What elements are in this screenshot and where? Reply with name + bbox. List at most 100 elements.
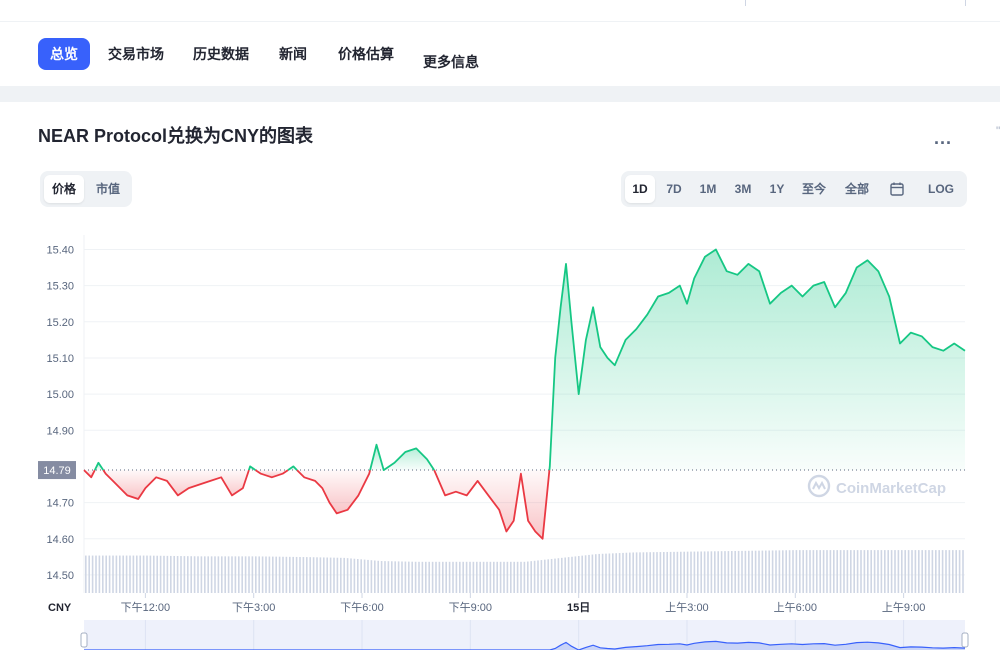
- volume-bar: [680, 551, 682, 593]
- tab-more-info[interactable]: 更多信息: [411, 46, 491, 78]
- volume-bar: [656, 552, 658, 593]
- volume-bar: [197, 556, 199, 593]
- volume-bar: [833, 550, 835, 593]
- volume-bar: [639, 552, 641, 593]
- volume-bar: [955, 550, 957, 593]
- volume-bar: [241, 556, 243, 593]
- volume-bar: [615, 553, 617, 593]
- volume-bar: [112, 555, 114, 593]
- range-3m-button[interactable]: 3M: [727, 175, 759, 203]
- volume-bar: [690, 551, 692, 593]
- volume-bar: [431, 561, 434, 593]
- volume-bar: [758, 550, 760, 593]
- volume-bar: [234, 556, 237, 593]
- volume-bar: [496, 561, 498, 593]
- tab-news[interactable]: 新闻: [267, 38, 319, 70]
- volume-bar: [329, 557, 332, 593]
- volume-bar: [272, 556, 274, 593]
- tab-price-prediction[interactable]: 价格估算: [326, 38, 406, 70]
- volume-bar: [768, 550, 770, 593]
- volume-bar: [387, 561, 390, 593]
- y-tick-label: 15.30: [46, 281, 74, 293]
- volume-bar: [336, 557, 339, 593]
- volume-bar: [149, 555, 152, 593]
- x-tick-label: 下午6:00: [340, 601, 383, 614]
- volume-bar: [744, 550, 747, 593]
- range-1d-button[interactable]: 1D: [625, 175, 655, 203]
- volume-bar: [788, 550, 791, 593]
- volume-bar: [608, 553, 611, 593]
- volume-bar: [761, 550, 764, 593]
- volume-bar: [425, 561, 427, 593]
- range-all-button[interactable]: 全部: [837, 175, 877, 203]
- range-7d-button[interactable]: 7D: [659, 175, 689, 203]
- currency-label: CNY: [48, 602, 72, 614]
- volume-bar: [714, 551, 716, 593]
- range-1m-button[interactable]: 1M: [693, 175, 723, 203]
- volume-bar: [530, 561, 532, 593]
- range-navigator[interactable]: [80, 620, 969, 650]
- more-options-button[interactable]: ...: [934, 128, 952, 149]
- price-chart[interactable]: 14.79 CoinMarketCap 15.40 15.30 15.20 15.10…: [0, 215, 1000, 650]
- volume-bar: [122, 555, 124, 593]
- volume-bar: [299, 556, 301, 593]
- time-range-selector: 1D 7D 1M 3M 1Y 至今 全部 LOG: [621, 171, 967, 207]
- volume-bar: [785, 550, 787, 593]
- volume-bar: [700, 551, 702, 593]
- volume-bar: [486, 561, 488, 593]
- volume-bar: [183, 556, 186, 593]
- volume-bar: [404, 561, 407, 593]
- volume-bar: [374, 560, 376, 593]
- volume-bar: [187, 556, 189, 593]
- volume-bar: [513, 561, 515, 593]
- volume-bar: [503, 561, 505, 593]
- volume-bar: [635, 552, 638, 593]
- volume-bar: [822, 550, 825, 593]
- y-tick-label: 15.10: [46, 353, 74, 365]
- area-above-baseline: [549, 249, 965, 471]
- volume-bar: [391, 561, 393, 593]
- x-tick-label: 上午9:00: [882, 601, 925, 614]
- volume-bar: [850, 550, 852, 593]
- volume-bar: [533, 560, 536, 593]
- volume-bar: [176, 556, 179, 593]
- range-1y-button[interactable]: 1Y: [763, 175, 791, 203]
- area-below-baseline: [434, 470, 550, 539]
- volume-bar: [421, 561, 424, 593]
- section-divider: [0, 86, 1000, 102]
- navigator-handle-left[interactable]: [80, 632, 88, 648]
- view-market-cap-button[interactable]: 市值: [88, 175, 128, 203]
- volume-bar: [95, 555, 97, 593]
- volume-bar: [924, 550, 927, 593]
- volume-bar: [499, 561, 502, 593]
- calendar-icon[interactable]: [883, 175, 911, 203]
- volume-bar: [907, 550, 910, 593]
- volume-bar: [326, 557, 328, 593]
- volume-bar: [948, 550, 951, 593]
- volume-bar: [516, 561, 519, 593]
- volume-bar: [812, 550, 815, 593]
- volume-bar: [482, 561, 485, 593]
- volume-bar: [663, 552, 665, 593]
- tab-markets[interactable]: 交易市场: [96, 38, 176, 70]
- navigator-handle-right[interactable]: [961, 632, 969, 648]
- volume-bar: [737, 550, 740, 593]
- tab-overview[interactable]: 总览: [38, 38, 90, 70]
- volume-bar: [204, 556, 206, 593]
- volume-bar: [469, 561, 471, 593]
- volume-bar: [646, 552, 648, 593]
- volume-bar: [289, 556, 291, 593]
- volume-bar: [255, 556, 257, 593]
- volume-bar: [170, 555, 172, 593]
- view-price-button[interactable]: 价格: [44, 175, 84, 203]
- volume-bar: [265, 556, 267, 593]
- volume-bar: [550, 558, 553, 593]
- volume-bar: [367, 559, 369, 593]
- volume-bar: [867, 550, 869, 593]
- tab-historical-data[interactable]: 历史数据: [181, 38, 261, 70]
- volume-bar: [119, 555, 121, 593]
- volume-bar: [479, 561, 481, 593]
- log-scale-button[interactable]: LOG: [921, 175, 961, 203]
- range-ytd-button[interactable]: 至今: [795, 175, 833, 203]
- volume-bar: [292, 556, 294, 593]
